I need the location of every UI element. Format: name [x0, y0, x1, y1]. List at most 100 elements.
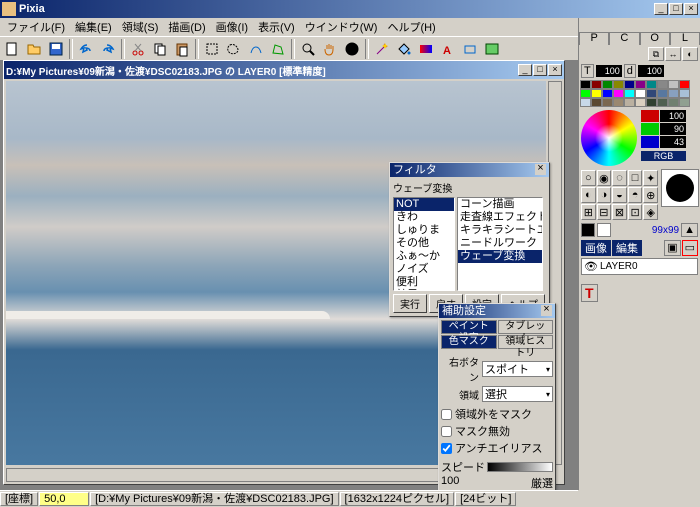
- palette-swatch[interactable]: [668, 98, 679, 107]
- aux-speed-slider[interactable]: [487, 462, 553, 472]
- palette-swatch[interactable]: [646, 80, 657, 89]
- palette-swatch[interactable]: [657, 98, 668, 107]
- close-button[interactable]: ×: [684, 3, 698, 15]
- menu-window[interactable]: ウインドウ(W): [300, 19, 383, 35]
- select-spline-icon[interactable]: [246, 39, 266, 59]
- palette-swatch[interactable]: [679, 89, 690, 98]
- layertab-edit[interactable]: 編集: [612, 240, 642, 256]
- filter-run-button[interactable]: 実行: [393, 294, 427, 313]
- filter-cat-item[interactable]: ノイズ: [394, 263, 454, 276]
- aux-chk-antialias[interactable]: アンチエイリアス: [441, 440, 553, 456]
- menu-image[interactable]: 画像(I): [211, 19, 253, 35]
- side-tab-p[interactable]: P: [579, 32, 609, 45]
- menu-draw[interactable]: 描画(D): [163, 19, 210, 35]
- filter-cat-item[interactable]: 便利: [394, 276, 454, 289]
- fill-icon[interactable]: [394, 39, 414, 59]
- aux-tab-history[interactable]: 領域ヒストリ: [498, 335, 554, 349]
- histogram-icon[interactable]: ⧉: [648, 47, 664, 61]
- layertab-image[interactable]: 画像: [581, 240, 611, 256]
- side-tab-o[interactable]: O: [640, 32, 670, 45]
- hand-icon[interactable]: [320, 39, 340, 59]
- brush-soft-icon[interactable]: ◉: [597, 170, 612, 186]
- palette-swatch[interactable]: [580, 98, 591, 107]
- shape-icon[interactable]: [460, 39, 480, 59]
- select-free-icon[interactable]: [224, 39, 244, 59]
- text-tool-icon[interactable]: T: [581, 284, 598, 302]
- filter-item[interactable]: キラキラシートエフェ: [458, 224, 542, 237]
- aux-region-combo[interactable]: 選択: [482, 386, 553, 402]
- filter-cat-item[interactable]: しゅりま: [394, 224, 454, 237]
- palette-swatch[interactable]: [602, 89, 613, 98]
- filter-item[interactable]: 走査線エフェクト: [458, 211, 542, 224]
- pen-t-icon[interactable]: T: [581, 64, 594, 78]
- filter-item[interactable]: ニードルワーク: [458, 237, 542, 250]
- filter-item[interactable]: ウェーブ変換: [458, 250, 542, 263]
- rgb-label[interactable]: RGB: [641, 151, 686, 161]
- doc-maximize-button[interactable]: □: [533, 64, 547, 76]
- palette-swatch[interactable]: [624, 80, 635, 89]
- cycle-icon[interactable]: ◐: [682, 47, 698, 61]
- palette-swatch[interactable]: [602, 98, 613, 107]
- filter-cat-item[interactable]: きわ: [394, 211, 454, 224]
- brush-star-icon[interactable]: ✦: [643, 170, 658, 186]
- copy-icon[interactable]: [150, 39, 170, 59]
- filter-icon[interactable]: [482, 39, 502, 59]
- layer-add-icon[interactable]: ▣: [664, 240, 680, 256]
- palette-swatch[interactable]: [657, 80, 668, 89]
- filter-name-list[interactable]: コーン描画走査線エフェクトキラキラシートエフェニードルワークウェーブ変換: [457, 197, 543, 291]
- brush-dot-icon[interactable]: ◌: [612, 170, 627, 186]
- aux-tab-tablet[interactable]: タブレット: [498, 320, 554, 334]
- brush-up-icon[interactable]: ▲: [681, 223, 698, 237]
- layer-row[interactable]: 👁 LAYER0: [581, 258, 698, 275]
- palette-swatch[interactable]: [679, 80, 690, 89]
- menu-file[interactable]: ファイル(F): [2, 19, 70, 35]
- menu-edit[interactable]: 編集(E): [70, 19, 117, 35]
- aux-chk-maskoff[interactable]: マスク無効: [441, 423, 553, 439]
- filter-item[interactable]: コーン描画: [458, 198, 542, 211]
- color-icon[interactable]: [342, 39, 362, 59]
- palette-swatch[interactable]: [613, 80, 624, 89]
- brush-h-icon[interactable]: ⊠: [612, 204, 627, 220]
- filter-cat-item[interactable]: ふぁ～か: [394, 250, 454, 263]
- palette-swatch[interactable]: [646, 89, 657, 98]
- palette-swatch[interactable]: [591, 98, 602, 107]
- fg-swatch[interactable]: [581, 223, 595, 237]
- palette-swatch[interactable]: [668, 80, 679, 89]
- color-wheel[interactable]: [581, 110, 637, 166]
- brush-c-icon[interactable]: ◒: [612, 187, 627, 203]
- brush-square-icon[interactable]: □: [628, 170, 643, 186]
- doc-close-button[interactable]: ×: [548, 64, 562, 76]
- side-tab-l[interactable]: L: [670, 32, 700, 45]
- doc-minimize-button[interactable]: _: [518, 64, 532, 76]
- palette-swatch[interactable]: [635, 80, 646, 89]
- wand-icon[interactable]: [372, 39, 392, 59]
- palette-swatch[interactable]: [679, 98, 690, 107]
- rgb-g[interactable]: 90: [660, 123, 686, 135]
- brush-d-icon[interactable]: ◓: [628, 187, 643, 203]
- rgb-b[interactable]: 43: [660, 136, 686, 148]
- palette-swatch[interactable]: [624, 89, 635, 98]
- palette-swatch[interactable]: [602, 80, 613, 89]
- pen-d-icon[interactable]: d: [624, 64, 636, 78]
- minimize-button[interactable]: _: [654, 3, 668, 15]
- rgb-r[interactable]: 100: [660, 110, 686, 122]
- palette-swatch[interactable]: [668, 89, 679, 98]
- open-icon[interactable]: [24, 39, 44, 59]
- brush-g-icon[interactable]: ⊟: [597, 204, 612, 220]
- aux-close-icon[interactable]: ×: [541, 305, 552, 316]
- palette-swatch[interactable]: [580, 80, 591, 89]
- palette-swatch[interactable]: [613, 98, 624, 107]
- eye-icon[interactable]: 👁: [584, 260, 598, 273]
- menu-region[interactable]: 領域(S): [117, 19, 164, 35]
- paste-icon[interactable]: [172, 39, 192, 59]
- palette-swatch[interactable]: [646, 98, 657, 107]
- brush-j-icon[interactable]: ◈: [643, 204, 658, 220]
- new-icon[interactable]: [2, 39, 22, 59]
- brush-a-icon[interactable]: ◐: [581, 187, 596, 203]
- palette-swatch[interactable]: [624, 98, 635, 107]
- palette-swatch[interactable]: [613, 89, 624, 98]
- aux-rb-combo[interactable]: スポイト: [482, 361, 553, 377]
- brush-e-icon[interactable]: ⊕: [643, 187, 658, 203]
- filter-cat-item[interactable]: 効果: [394, 289, 454, 291]
- aux-tab-paint[interactable]: ペイント設定: [441, 320, 497, 334]
